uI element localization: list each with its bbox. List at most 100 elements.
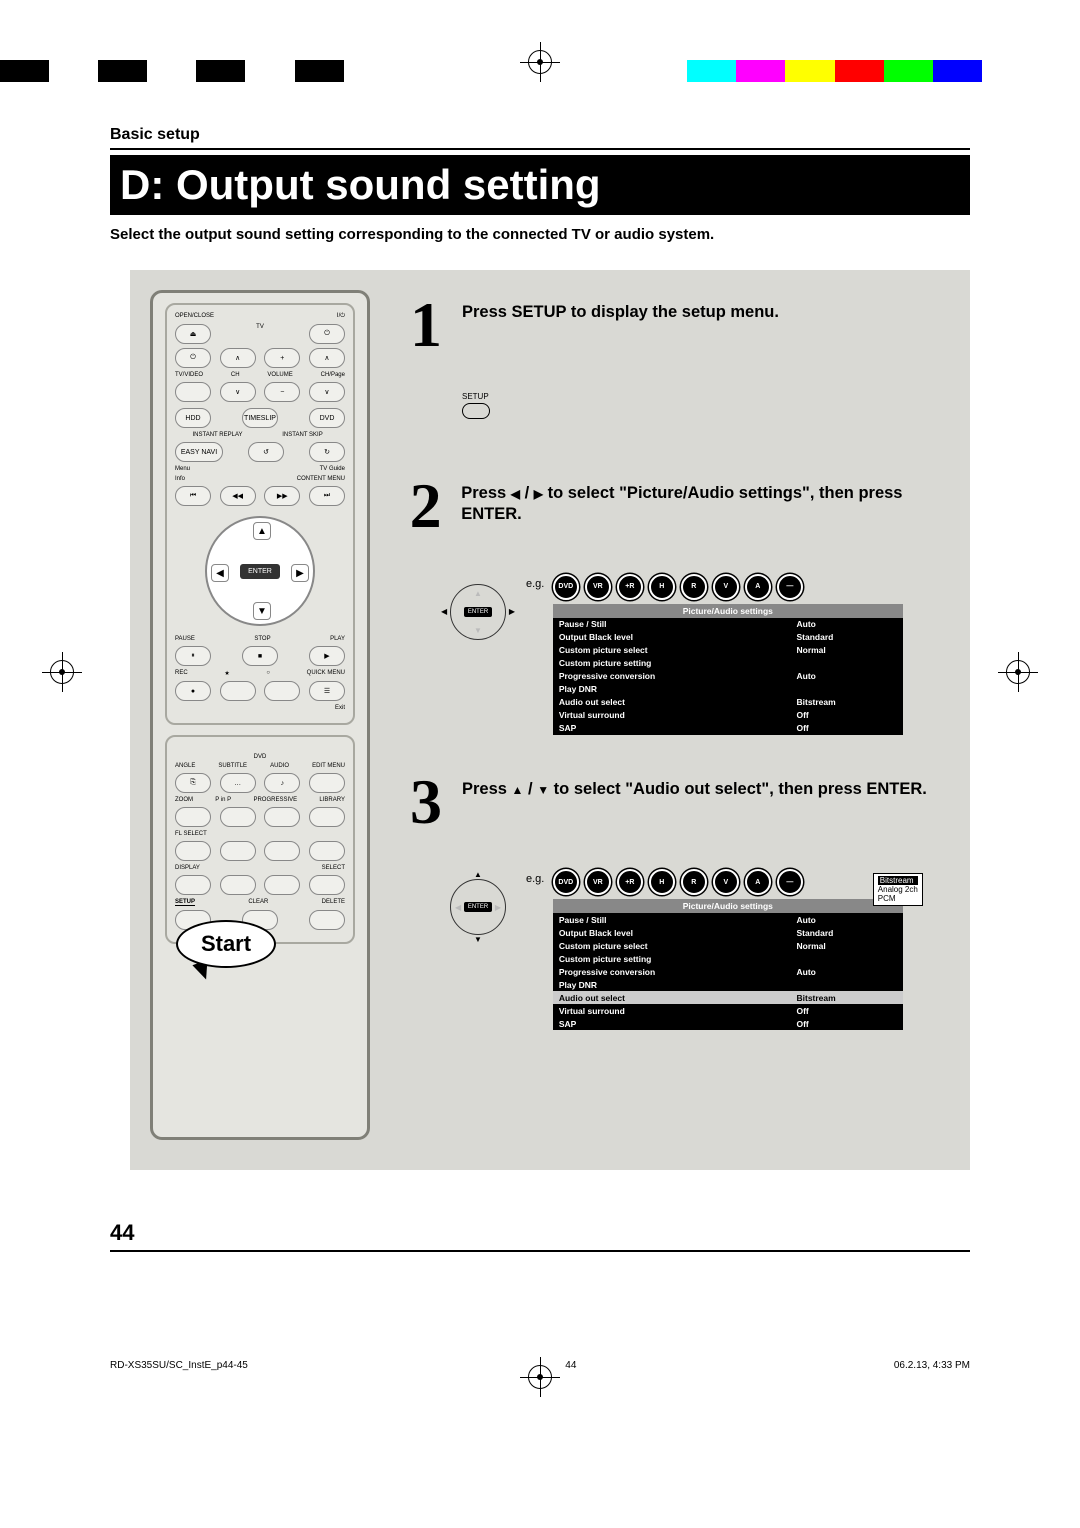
up-arrow-icon: ▲ <box>253 522 271 540</box>
disc-type-icon: VR <box>585 574 611 600</box>
rewind-icon: ◀◀ <box>220 486 256 506</box>
remote-label: Info <box>175 476 185 482</box>
remote-label: CLEAR <box>248 899 268 906</box>
page-number: 44 <box>110 1220 134 1246</box>
registration-mark-icon <box>50 660 74 684</box>
step-text: Press ◀ / ▶ to select "Picture/Audio set… <box>461 479 960 533</box>
remote-label: EDIT MENU <box>312 763 345 769</box>
popup-option: Analog 2ch <box>878 885 918 894</box>
down-arrow-icon: ▼ <box>537 783 549 797</box>
registration-mark-icon <box>1006 660 1030 684</box>
remote-label: STOP <box>254 636 270 642</box>
remote-label: VOLUME <box>267 372 292 378</box>
forward-icon: ▶▶ <box>264 486 300 506</box>
down-arrow-icon: ▼ <box>474 935 482 944</box>
settings-row: Custom picture setting <box>553 657 903 670</box>
settings-header: Picture/Audio settings <box>553 604 903 618</box>
footer: RD-XS35SU/SC_InstE_p44-45 44 06.2.13, 4:… <box>110 1360 970 1371</box>
up-arrow-icon: ▲ <box>474 589 482 598</box>
remote-label: ANGLE <box>175 763 195 769</box>
next-track-icon: ⏭ <box>309 486 345 506</box>
disc-type-icon: R <box>681 869 707 895</box>
easy-navi-button: EASY NAVI <box>175 442 223 462</box>
step-number: 1 <box>400 298 452 352</box>
disc-type-icon: V <box>713 869 739 895</box>
step-text: Press SETUP to display the setup menu. <box>462 298 779 352</box>
audio-out-popup: BitstreamAnalog 2chPCM <box>873 873 923 906</box>
remote-label: ZOOM <box>175 797 193 803</box>
plus-icon: + <box>264 348 300 368</box>
disc-type-icon: R <box>681 574 707 600</box>
left-arrow-icon: ◀ <box>441 607 447 616</box>
settings-row: Pause / StillAuto <box>553 618 903 631</box>
remote-label: Menu <box>175 466 190 472</box>
up-arrow-icon: ▲ <box>474 870 482 879</box>
down-arrow-icon: ▼ <box>474 626 482 635</box>
popup-option: PCM <box>878 894 918 903</box>
registration-mark-icon <box>528 50 552 74</box>
remote-label: SELECT <box>322 865 345 871</box>
remote-label: Exit <box>335 705 345 711</box>
audio-button: ♪ <box>264 773 300 793</box>
remote-label: REC <box>175 670 188 677</box>
setup-button-illustration: SETUP <box>462 392 960 419</box>
disc-type-icon: A <box>745 869 771 895</box>
up-arrow-icon: ▲ <box>512 783 524 797</box>
disc-type-icon: — <box>777 574 803 600</box>
eject-icon: ⏏ <box>175 324 211 344</box>
left-arrow-icon: ◀ <box>511 487 520 501</box>
remote-label: DELETE <box>322 899 345 906</box>
disc-type-icon: DVD <box>553 869 579 895</box>
disc-type-icon: — <box>777 869 803 895</box>
disc-type-icon: DVD <box>553 574 579 600</box>
disc-type-icon: VR <box>585 869 611 895</box>
minus-icon: ∨ <box>220 382 256 402</box>
disc-type-icon: V <box>713 574 739 600</box>
remote-label: TV Guide <box>320 466 345 472</box>
settings-row: Custom picture selectNormal <box>553 939 903 952</box>
settings-row: Play DNR <box>553 683 903 696</box>
popup-option: Bitstream <box>878 876 918 885</box>
prev-track-icon: ⏮ <box>175 486 211 506</box>
remote-label: PLAY <box>330 636 345 642</box>
down-arrow-icon: ▼ <box>253 602 271 620</box>
right-arrow-icon: ▶ <box>509 607 515 616</box>
quickmenu-icon: ☰ <box>309 681 345 701</box>
settings-header: Picture/Audio settings <box>553 899 903 913</box>
minus-icon: − <box>264 382 300 402</box>
settings-row: Audio out selectBitstream <box>553 696 903 709</box>
disc-type-icon: +R <box>617 574 643 600</box>
enter-button: ENTER <box>240 564 280 579</box>
step-3: 3 Press ▲ / ▼ to select "Audio out selec… <box>400 775 960 829</box>
dpad: ▲ ▼ ◀ ▶ ENTER <box>205 516 315 626</box>
settings-row: Progressive conversionAuto <box>553 965 903 978</box>
settings-row: Virtual surroundOff <box>553 1004 903 1017</box>
remote-label: CH/Page <box>321 372 345 378</box>
remote-control-illustration: OPEN/CLOSEI/⏻ ⏏TV⏻ ⏻∧+∧ TV/VIDEOCHVOLUME… <box>150 290 370 1140</box>
footer-right: 06.2.13, 4:33 PM <box>894 1360 970 1371</box>
remote-label: PROGRESSIVE <box>253 797 297 803</box>
remote-label: LIBRARY <box>319 797 345 803</box>
step-number: 2 <box>400 479 451 533</box>
remote-label: DVD <box>254 754 267 760</box>
disc-type-icon: +R <box>617 869 643 895</box>
enter-dpad-illustration: ▲ ▼ ◀ ▶ ENTER <box>450 879 506 935</box>
remote-label: TV <box>256 324 264 344</box>
minus-icon: ∨ <box>309 382 345 402</box>
disc-type-icon: A <box>745 574 771 600</box>
button-shape-icon <box>462 403 490 419</box>
settings-row: SAPOff <box>553 722 903 735</box>
left-arrow-icon: ◀ <box>211 564 229 582</box>
remote-label: TV/VIDEO <box>175 372 203 378</box>
power-icon: ⏻ <box>175 348 211 368</box>
remote-label: AUDIO <box>270 763 289 769</box>
enter-label: ENTER <box>464 902 492 912</box>
divider <box>110 148 970 150</box>
disc-type-icon: H <box>649 869 675 895</box>
settings-row: Virtual surroundOff <box>553 709 903 722</box>
right-arrow-icon: ▶ <box>534 487 543 501</box>
remote-label: DISPLAY <box>175 865 200 871</box>
intro-text: Select the output sound setting correspo… <box>110 226 970 243</box>
settings-row: Custom picture selectNormal <box>553 644 903 657</box>
rec-icon: ● <box>175 681 211 701</box>
